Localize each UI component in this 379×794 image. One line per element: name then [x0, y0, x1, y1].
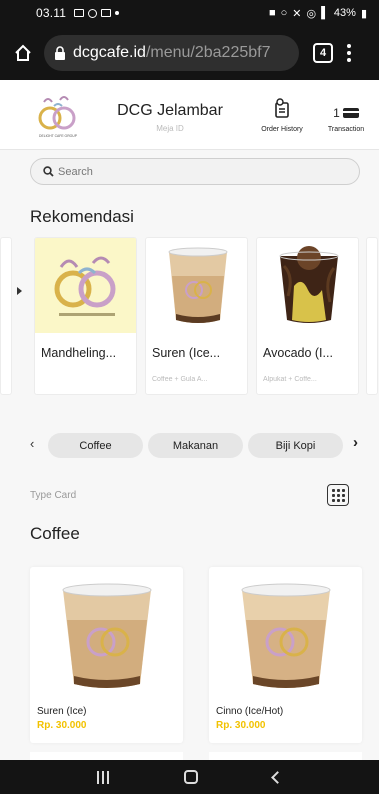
browser-toolbar: dcgcafe.id/menu/2ba225bf7 4	[0, 26, 379, 80]
reco-desc: Alpukat + Coffe...	[263, 376, 317, 383]
dcg-logo[interactable]: DELIGHT CAFE GROUP	[34, 92, 82, 140]
iced-latte-image	[30, 567, 183, 692]
chevron-right-icon[interactable]: ›	[353, 434, 358, 451]
url-host: dcgcafe.id	[73, 44, 146, 61]
search-input[interactable]: Search	[30, 158, 360, 185]
home-icon[interactable]	[10, 40, 36, 66]
more-notifications-icon	[115, 11, 120, 15]
reco-card-next[interactable]	[366, 237, 378, 395]
reco-name: Mandheling...	[41, 346, 117, 360]
product-card[interactable]: Cinno (Ice/Hot) Rp. 30.000	[209, 567, 362, 743]
reco-name: Avocado (I...	[263, 346, 333, 360]
system-nav-bar	[0, 760, 379, 794]
product-card-next-row[interactable]	[30, 752, 183, 760]
iced-latte-image	[146, 238, 247, 333]
store-name: DCG Jelambar	[117, 102, 223, 119]
battery-level: 43%	[333, 7, 356, 19]
screen-mirror-icon	[74, 9, 85, 17]
credit-card-icon	[342, 108, 359, 118]
reco-desc: Coffee + Gula A...	[152, 376, 208, 383]
transaction-count: 1	[333, 106, 340, 120]
lock-icon	[55, 46, 65, 60]
wifi-icon: ◎	[306, 7, 317, 20]
alarm-icon: ○	[280, 7, 288, 19]
product-name: Cinno (Ice/Hot)	[216, 706, 284, 717]
category-coffee[interactable]: Coffee	[48, 433, 143, 458]
product-name: Suren (Ice)	[37, 706, 87, 717]
signal-icon: ▌	[321, 7, 329, 19]
product-card-next-row[interactable]	[209, 752, 362, 760]
menu-content: Search Rekomendasi Mandheling... Suren (…	[0, 150, 379, 760]
home-nav-icon[interactable]	[183, 770, 198, 784]
message-icon	[101, 9, 112, 17]
product-price: Rp. 30.000	[216, 720, 266, 731]
iced-latte-image	[209, 567, 362, 692]
category-biji-kopi[interactable]: Biji Kopi	[248, 433, 343, 458]
category-bar: ‹ Coffee Makanan Biji Kopi ›	[0, 430, 379, 460]
dcg-logo-image	[35, 238, 136, 333]
search-placeholder: Search	[58, 165, 93, 178]
reco-name: Suren (Ice...	[152, 346, 221, 360]
reco-card[interactable]: Mandheling...	[34, 237, 137, 395]
address-bar[interactable]: dcgcafe.id/menu/2ba225bf7	[44, 35, 299, 71]
carousel-prev-icon[interactable]	[17, 287, 22, 295]
url-path: /menu/2ba225bf7	[145, 44, 271, 61]
grid-view-icon[interactable]	[327, 484, 349, 506]
back-icon[interactable]	[270, 770, 284, 784]
reco-card[interactable]: Avocado (I... Alpukat + Coffe...	[256, 237, 359, 395]
table-label: Meja ID	[156, 124, 184, 133]
category-heading: Coffee	[30, 524, 80, 543]
status-bar: 03.11 ■ ○ ✕ ◎ ▌ 43% ▮	[0, 0, 379, 26]
chevron-left-icon[interactable]: ‹	[30, 436, 34, 451]
receipt-icon	[275, 98, 289, 118]
product-price: Rp. 30.000	[37, 720, 87, 731]
camera-icon	[88, 8, 98, 18]
avocado-coffee-image	[257, 238, 358, 333]
app-header: DELIGHT CAFE GROUP DCG Jelambar Meja ID …	[0, 80, 379, 150]
order-history-button[interactable]: Order History	[254, 98, 310, 133]
browser-menu-icon[interactable]	[347, 44, 351, 62]
transaction-label: Transaction	[327, 126, 365, 133]
order-history-label: Order History	[261, 126, 303, 133]
recents-icon[interactable]	[97, 770, 110, 784]
reco-card-previous[interactable]	[0, 237, 12, 395]
status-time: 03.11	[36, 6, 67, 20]
transaction-button[interactable]: 1 Transaction	[316, 104, 376, 133]
product-card[interactable]: Suren (Ice) Rp. 30.000	[30, 567, 183, 743]
notification-icons	[74, 8, 120, 18]
battery-icon: ▮	[360, 7, 367, 20]
category-makanan[interactable]: Makanan	[148, 433, 243, 458]
tab-switcher-button[interactable]: 4	[313, 43, 333, 63]
type-card-label: Type Card	[30, 490, 77, 501]
reco-card[interactable]: Suren (Ice... Coffee + Gula A...	[145, 237, 248, 395]
mute-icon: ✕	[292, 7, 302, 20]
status-right: ■ ○ ✕ ◎ ▌ 43% ▮	[269, 7, 367, 20]
lock-icon: ■	[268, 7, 276, 19]
recommendations-title: Rekomendasi	[30, 207, 134, 226]
search-icon	[43, 166, 54, 177]
logo-text: DELIGHT CAFE GROUP	[39, 134, 78, 138]
